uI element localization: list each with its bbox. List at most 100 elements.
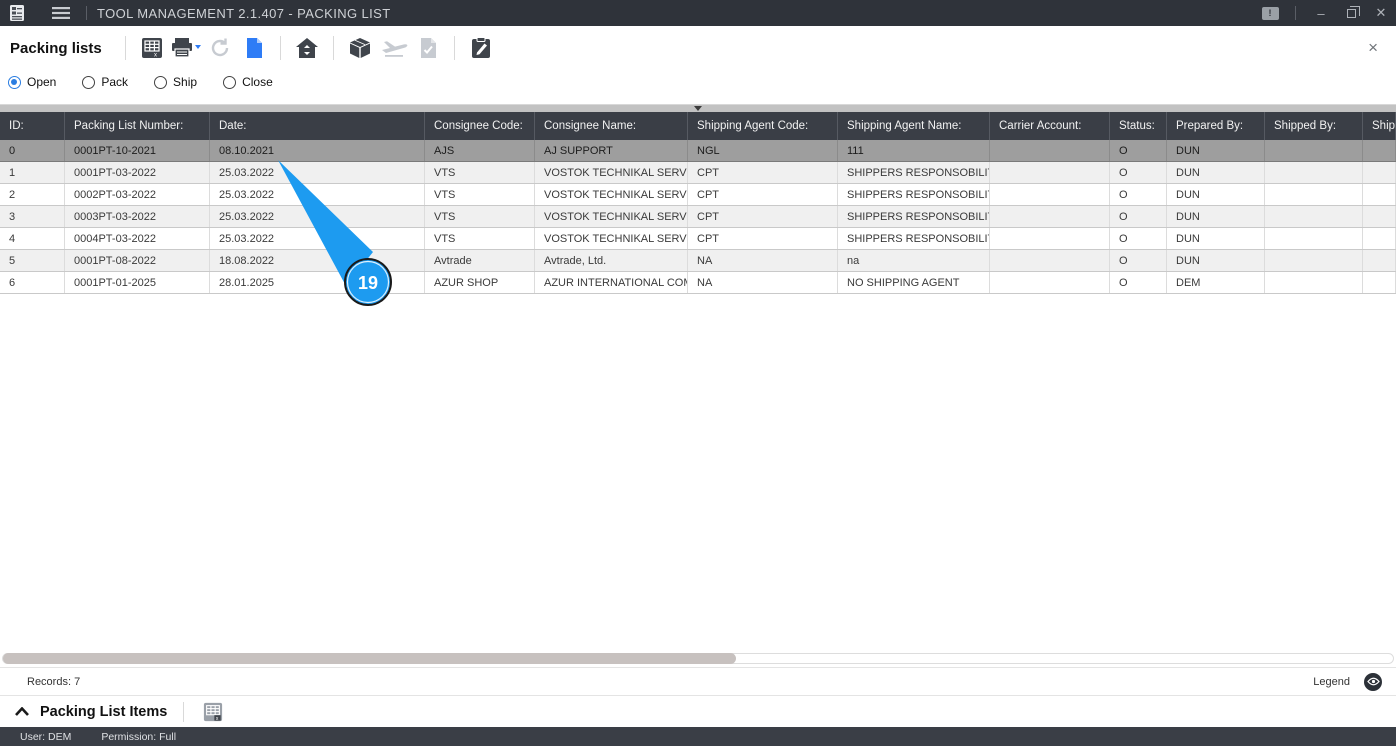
table-cell: Avtrade, Ltd. bbox=[535, 250, 688, 271]
table-cell bbox=[1363, 184, 1396, 205]
table-cell bbox=[990, 250, 1110, 271]
legend-label[interactable]: Legend bbox=[1313, 676, 1350, 688]
column-header[interactable]: Prepared By: bbox=[1167, 112, 1265, 140]
table-cell: 25.03.2022 bbox=[210, 206, 425, 227]
table-cell: DUN bbox=[1167, 228, 1265, 249]
table-cell: O bbox=[1110, 206, 1167, 227]
window-title: TOOL MANAGEMENT 2.1.407 - PACKING LIST bbox=[97, 5, 391, 21]
radio-circle bbox=[223, 75, 237, 89]
table-cell bbox=[1265, 272, 1363, 293]
items-export-grid-icon[interactable]: x bbox=[196, 696, 230, 728]
close-icon[interactable]: ✕ bbox=[1366, 0, 1396, 26]
statusbar-permission: Permission: Full bbox=[101, 731, 177, 743]
column-header[interactable]: ID: bbox=[0, 112, 65, 140]
table-cell: SHIPPERS RESPONSOBILITY bbox=[838, 162, 990, 183]
table-cell: 2 bbox=[0, 184, 65, 205]
table-cell: 25.03.2022 bbox=[210, 228, 425, 249]
table-cell bbox=[1265, 162, 1363, 183]
titlebar-separator bbox=[86, 6, 87, 20]
radio-close[interactable]: Close bbox=[223, 75, 273, 89]
records-bar: Records: 7 Legend bbox=[0, 667, 1396, 695]
hamburger-menu-icon[interactable] bbox=[46, 0, 76, 26]
table-cell: AJS bbox=[425, 140, 535, 161]
table-cell: DUN bbox=[1167, 206, 1265, 227]
restore-icon[interactable] bbox=[1336, 0, 1366, 26]
table-header: ID: Packing List Number: Date: Consignee Co… bbox=[0, 112, 1396, 140]
column-header[interactable]: Consignee Name: bbox=[535, 112, 688, 140]
table-cell: O bbox=[1110, 228, 1167, 249]
column-header[interactable]: Status: bbox=[1110, 112, 1167, 140]
table-empty-area bbox=[0, 294, 1396, 650]
table-cell: 0001PT-03-2022 bbox=[65, 162, 210, 183]
radio-open[interactable]: Open bbox=[8, 75, 56, 89]
scrollbar-thumb[interactable] bbox=[3, 653, 736, 664]
refresh-icon bbox=[203, 32, 237, 64]
titlebar-separator bbox=[1295, 6, 1296, 20]
table-row[interactable]: 6 0001PT-01-2025 28.01.2025 AZUR SHOP AZUR I… bbox=[0, 272, 1396, 294]
table-cell: O bbox=[1110, 184, 1167, 205]
table-cell: VTS bbox=[425, 228, 535, 249]
table-row[interactable]: 4 0004PT-03-2022 25.03.2022 VTS VOSTOK TECHN… bbox=[0, 228, 1396, 250]
table-cell: VOSTOK TECHNIKAL SERVICES bbox=[535, 184, 688, 205]
airplane-icon bbox=[377, 32, 411, 64]
column-header[interactable]: Shipping Agent Name: bbox=[838, 112, 990, 140]
table-cell: CPT bbox=[688, 184, 838, 205]
table-cell bbox=[1363, 206, 1396, 227]
new-document-icon[interactable] bbox=[237, 32, 271, 64]
column-header[interactable]: Shipp bbox=[1363, 112, 1396, 140]
table-cell bbox=[990, 228, 1110, 249]
table-cell bbox=[1265, 184, 1363, 205]
column-header[interactable]: Shipped By: bbox=[1265, 112, 1363, 140]
status-filter-group: Open Pack Ship Close bbox=[0, 70, 1396, 94]
table-cell: O bbox=[1110, 162, 1167, 183]
table-row[interactable]: 3 0003PT-03-2022 25.03.2022 VTS VOSTOK TECHN… bbox=[0, 206, 1396, 228]
table-cell: SHIPPERS RESPONSOBILITY bbox=[838, 228, 990, 249]
table-row[interactable]: 1 0001PT-03-2022 25.03.2022 VTS VOSTOK TECHN… bbox=[0, 162, 1396, 184]
table-cell: CPT bbox=[688, 228, 838, 249]
radio-pack[interactable]: Pack bbox=[82, 75, 128, 89]
chevron-up-icon[interactable] bbox=[12, 702, 32, 722]
table-cell: 5 bbox=[0, 250, 65, 271]
table-cell bbox=[1265, 228, 1363, 249]
panel-close-icon[interactable]: × bbox=[1368, 38, 1378, 58]
horizontal-scrollbar bbox=[0, 650, 1396, 667]
table-cell bbox=[1363, 250, 1396, 271]
table-row[interactable]: 0 0001PT-10-2021 08.10.2021 AJS AJ SUPPORT NG… bbox=[0, 140, 1396, 162]
column-header[interactable]: Carrier Account: bbox=[990, 112, 1110, 140]
package-icon[interactable] bbox=[343, 32, 377, 64]
table-cell: SHIPPERS RESPONSOBILITY bbox=[838, 184, 990, 205]
column-header[interactable]: Packing List Number: bbox=[65, 112, 210, 140]
table-cell: 08.10.2021 bbox=[210, 140, 425, 161]
minimize-icon[interactable]: – bbox=[1306, 0, 1336, 26]
titlebar: TOOL MANAGEMENT 2.1.407 - PACKING LIST !… bbox=[0, 0, 1396, 26]
table-cell: 0 bbox=[0, 140, 65, 161]
table-cell bbox=[990, 184, 1110, 205]
home-icon[interactable] bbox=[290, 32, 324, 64]
column-header[interactable]: Date: bbox=[210, 112, 425, 140]
table-cell bbox=[1265, 206, 1363, 227]
printer-icon[interactable] bbox=[169, 32, 203, 64]
radio-circle bbox=[154, 75, 168, 89]
eye-icon[interactable] bbox=[1364, 672, 1382, 691]
column-header[interactable]: Consignee Code: bbox=[425, 112, 535, 140]
table-cell: AZUR SHOP bbox=[425, 272, 535, 293]
table-cell: 0004PT-03-2022 bbox=[65, 228, 210, 249]
table-row[interactable]: 2 0002PT-03-2022 25.03.2022 VTS VOSTOK TECHN… bbox=[0, 184, 1396, 206]
export-grid-icon[interactable]: x bbox=[135, 32, 169, 64]
table-cell bbox=[1363, 272, 1396, 293]
table-cell: DUN bbox=[1167, 162, 1265, 183]
splitter-handle[interactable] bbox=[0, 104, 1396, 112]
table-cell: 28.01.2025 bbox=[210, 272, 425, 293]
table-cell: NGL bbox=[688, 140, 838, 161]
printer-dropdown-caret bbox=[194, 45, 201, 49]
clipboard-edit-icon[interactable] bbox=[464, 32, 498, 64]
table-cell: na bbox=[838, 250, 990, 271]
scrollbar-track[interactable] bbox=[2, 653, 1394, 664]
table-cell: O bbox=[1110, 272, 1167, 293]
table-cell bbox=[990, 206, 1110, 227]
table-cell: CPT bbox=[688, 162, 838, 183]
radio-ship[interactable]: Ship bbox=[154, 75, 197, 89]
feedback-icon[interactable]: ! bbox=[1255, 0, 1285, 26]
column-header[interactable]: Shipping Agent Code: bbox=[688, 112, 838, 140]
table-row[interactable]: 5 0001PT-08-2022 18.08.2022 Avtrade Avtrade,… bbox=[0, 250, 1396, 272]
